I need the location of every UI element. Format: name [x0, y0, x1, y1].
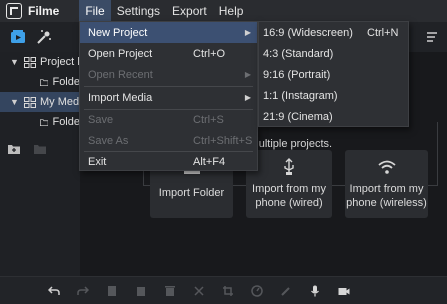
tree-item-folder[interactable]: Folde — [0, 112, 80, 132]
card-label: Import Folder — [158, 187, 225, 199]
menu-settings[interactable]: Settings — [111, 0, 166, 22]
menu-item-open-recent[interactable]: Open Recent ▶ — [80, 64, 257, 85]
file-menu: New Project ▶ Open Project Ctrl+O Open R… — [79, 21, 258, 171]
menu-item-open-project[interactable]: Open Project Ctrl+O — [80, 43, 257, 64]
grid-icon — [24, 96, 36, 108]
menu-item-shortcut: Ctrl+Shift+S — [193, 134, 253, 147]
submenu-item-label: 16:9 (Widescreen) — [263, 26, 353, 39]
app-name: Filme — [28, 4, 60, 18]
tree-item-folder[interactable]: Folde — [0, 72, 80, 92]
effects-icon[interactable] — [36, 29, 52, 45]
paste-icon[interactable] — [135, 285, 147, 297]
import-phone-wireless-button[interactable]: Import from my phone (wireless) — [345, 150, 428, 218]
menu-item-save[interactable]: Save Ctrl+S — [80, 109, 257, 130]
card-label: Import from my phone (wired) — [252, 183, 326, 209]
submenu-item-widescreen[interactable]: 16:9 (Widescreen) Ctrl+N — [259, 22, 408, 43]
submenu-arrow-icon: ▶ — [244, 28, 251, 37]
menu-help[interactable]: Help — [213, 0, 250, 22]
menu-item-shortcut: Alt+F4 — [193, 155, 226, 168]
menu-item-label: Exit — [88, 155, 107, 168]
grid-icon — [24, 56, 36, 68]
add-folder-icon[interactable] — [8, 144, 20, 154]
menu-item-label: Save As — [88, 134, 129, 147]
menu-item-import-media[interactable]: Import Media ▶ — [80, 87, 257, 108]
menu-item-shortcut: Ctrl+S — [193, 113, 224, 126]
title-bar: Filme File Settings Export Help — [0, 0, 447, 22]
caret-down-icon[interactable]: ▼ — [10, 97, 20, 107]
tree-actions — [8, 144, 46, 154]
submenu-item-portrait[interactable]: 9:16 (Portrait) — [259, 64, 408, 85]
tree-item-project[interactable]: ▼ Project l — [0, 52, 80, 72]
caret-down-icon[interactable]: ▼ — [10, 57, 20, 67]
menu-file[interactable]: File — [79, 0, 111, 22]
usb-icon — [284, 158, 294, 175]
app-logo-icon — [6, 3, 22, 19]
cut-icon[interactable] — [193, 285, 205, 297]
delete-icon[interactable] — [164, 285, 176, 297]
tree-item-label: Project l — [40, 56, 80, 68]
sort-icon[interactable] — [425, 30, 439, 44]
menu-item-label: Open Recent — [88, 68, 153, 81]
redo-icon[interactable] — [77, 285, 89, 297]
menu-item-label: Import Media — [88, 91, 153, 104]
submenu-item-label: 21:9 (Cinema) — [263, 110, 333, 123]
delete-folder-icon[interactable] — [34, 144, 46, 154]
tree-item-label: Folde — [52, 76, 80, 88]
new-project-submenu: 16:9 (Widescreen) Ctrl+N 4:3 (Standard) … — [258, 21, 409, 127]
card-label: Import from my phone (wireless) — [346, 183, 427, 209]
menu-item-label: New Project — [88, 26, 148, 39]
menu-item-label: Open Project — [88, 47, 153, 60]
undo-icon[interactable] — [48, 285, 60, 297]
menu-item-exit[interactable]: Exit Alt+F4 — [80, 151, 257, 172]
edit-icon[interactable] — [280, 285, 292, 297]
bottom-toolbar — [0, 276, 447, 304]
import-phone-wired-button[interactable]: Import from my phone (wired) — [246, 150, 332, 218]
tree-item-label: Folde — [52, 116, 80, 128]
submenu-arrow-icon: ▶ — [244, 70, 251, 79]
microphone-icon[interactable] — [309, 285, 321, 297]
submenu-item-standard[interactable]: 4:3 (Standard) — [259, 43, 408, 64]
menu-bar: File Settings Export Help — [79, 0, 249, 22]
submenu-item-instagram[interactable]: 1:1 (Instagram) — [259, 85, 408, 106]
menu-item-save-as[interactable]: Save As Ctrl+Shift+S — [80, 130, 257, 151]
speed-icon[interactable] — [251, 284, 263, 297]
submenu-item-cinema[interactable]: 21:9 (Cinema) — [259, 106, 408, 127]
menu-item-new-project[interactable]: New Project ▶ — [80, 22, 257, 43]
submenu-item-shortcut: Ctrl+N — [367, 26, 399, 39]
folder-icon — [40, 118, 49, 126]
crop-icon[interactable] — [222, 285, 234, 297]
camera-icon[interactable] — [338, 285, 350, 297]
submenu-arrow-icon: ▶ — [244, 93, 251, 102]
copy-icon[interactable] — [106, 285, 118, 297]
menu-export[interactable]: Export — [166, 0, 213, 22]
tree-item-my-media[interactable]: ▼ My Med — [0, 92, 80, 112]
project-tree: ▼ Project l Folde ▼ My Med Folde — [0, 52, 80, 276]
menu-item-label: Save — [88, 113, 114, 126]
wifi-icon — [377, 160, 396, 174]
submenu-item-label: 4:3 (Standard) — [263, 47, 334, 60]
menu-item-shortcut: Ctrl+O — [193, 47, 226, 60]
folder-icon — [40, 78, 49, 86]
submenu-item-label: 9:16 (Portrait) — [263, 68, 331, 81]
tree-item-label: My Med — [40, 96, 80, 108]
media-library-icon[interactable] — [10, 29, 26, 45]
submenu-item-label: 1:1 (Instagram) — [263, 89, 338, 102]
